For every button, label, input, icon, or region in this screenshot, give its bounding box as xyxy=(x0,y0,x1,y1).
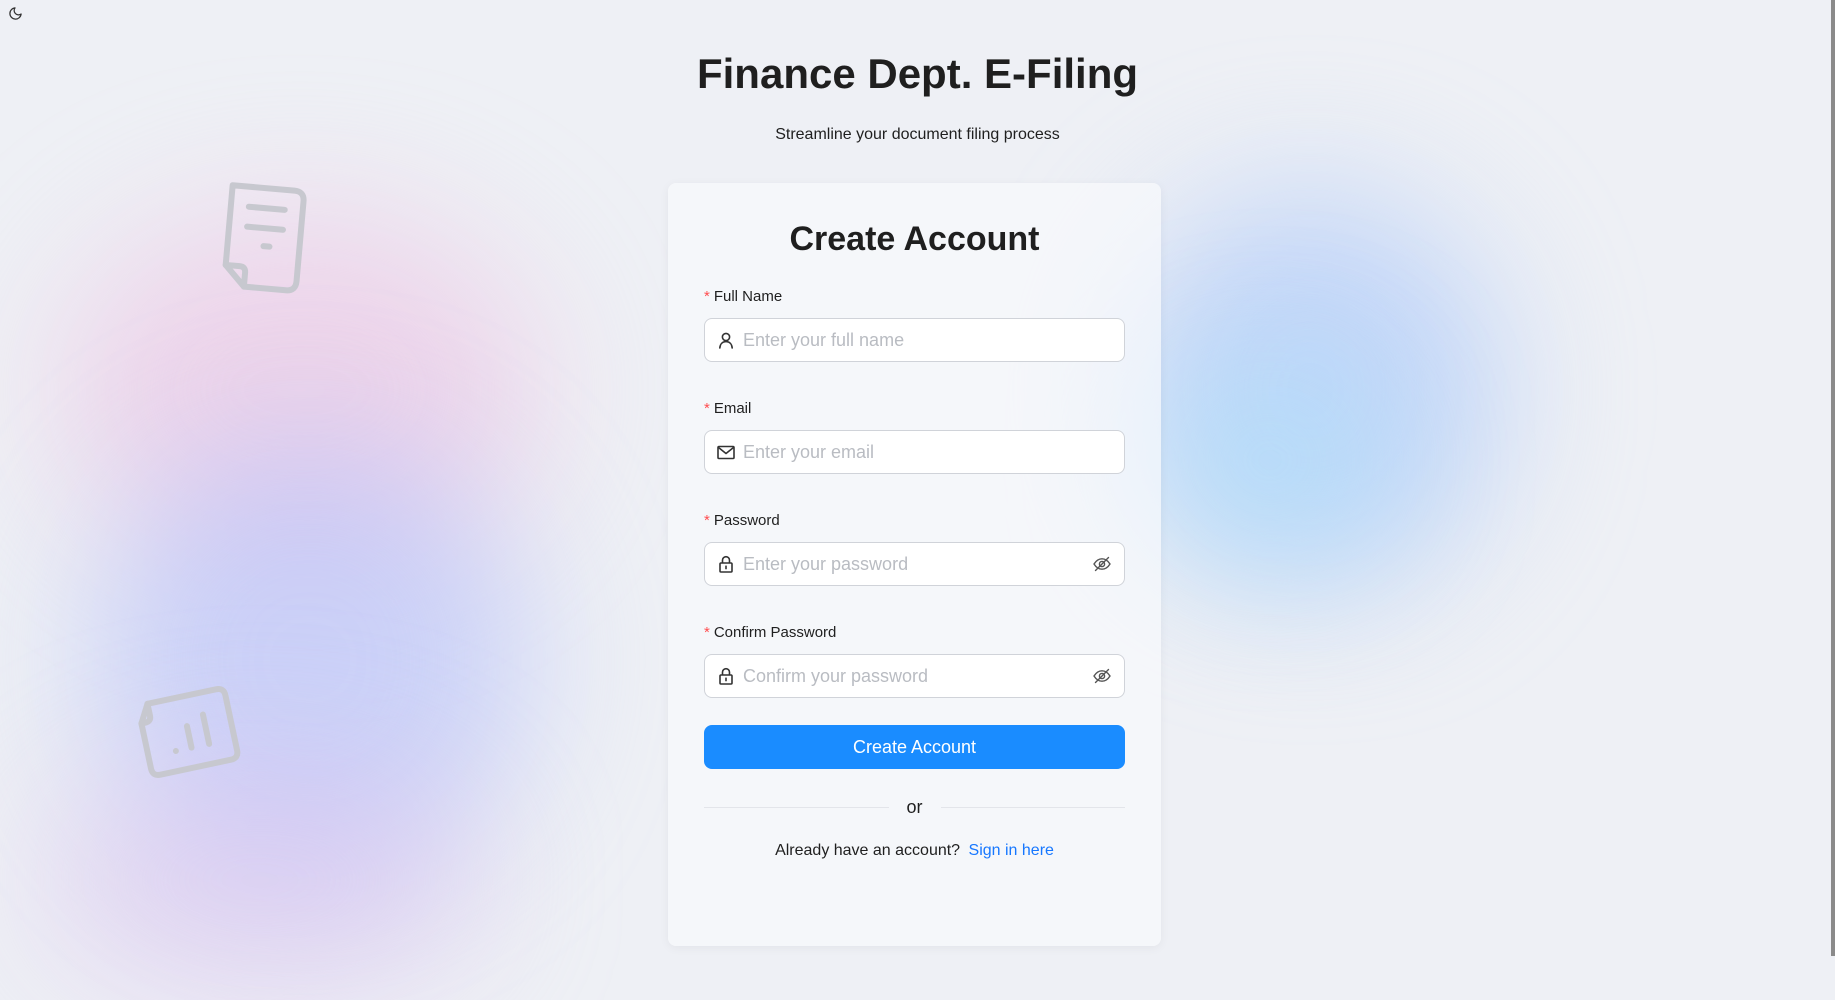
confirm-password-field: * Confirm Password xyxy=(704,622,1125,698)
confirm-password-label: * Confirm Password xyxy=(704,622,1125,642)
divider-text: or xyxy=(906,796,923,817)
background-blob xyxy=(1120,190,1500,590)
email-input-wrapper[interactable] xyxy=(704,430,1125,474)
full-name-input[interactable] xyxy=(743,329,1112,351)
chart-decoration-icon xyxy=(128,676,248,791)
required-mark: * xyxy=(704,287,710,305)
background-blob xyxy=(90,440,530,880)
form-title: Create Account xyxy=(789,220,1040,258)
full-name-input-wrapper[interactable] xyxy=(704,318,1125,362)
email-label-text: Email xyxy=(713,399,752,417)
user-icon xyxy=(717,331,735,349)
full-name-label-text: Full Name xyxy=(713,287,783,305)
eye-invisible-icon[interactable] xyxy=(1092,666,1112,686)
create-account-button[interactable]: Create Account xyxy=(704,725,1125,769)
password-label-text: Password xyxy=(713,511,780,529)
page-subtitle: Streamline your document filing process xyxy=(775,126,1060,143)
background-blob xyxy=(40,760,480,1000)
password-field: * Password xyxy=(704,510,1125,586)
divider-line xyxy=(704,806,889,808)
confirm-password-input[interactable] xyxy=(743,665,1092,687)
or-divider: or xyxy=(704,796,1126,817)
page-title: Finance Dept. E-Filing xyxy=(696,50,1139,97)
lock-icon xyxy=(717,555,735,573)
email-label: * Email xyxy=(704,398,1125,418)
eye-invisible-icon[interactable] xyxy=(1092,554,1112,574)
password-label: * Password xyxy=(704,510,1125,530)
required-mark: * xyxy=(704,399,710,417)
full-name-field: * Full Name xyxy=(704,286,1125,362)
signup-card: Create Account * Full Name * Email xyxy=(668,183,1161,946)
password-input[interactable] xyxy=(743,553,1092,575)
password-input-wrapper[interactable] xyxy=(704,542,1125,586)
required-mark: * xyxy=(704,511,710,529)
signin-prompt-row: Already have an account? Sign in here xyxy=(704,842,1125,860)
background-blob xyxy=(1150,360,1390,560)
divider-line xyxy=(940,806,1126,808)
full-name-label: * Full Name xyxy=(704,286,1125,306)
theme-toggle-button[interactable] xyxy=(5,6,25,26)
lock-icon xyxy=(717,667,735,685)
sign-in-link[interactable]: Sign in here xyxy=(969,842,1054,859)
email-field: * Email xyxy=(704,398,1125,474)
required-mark: * xyxy=(704,623,710,641)
confirm-password-label-text: Confirm Password xyxy=(713,623,837,641)
moon-icon xyxy=(8,6,23,26)
document-decoration-icon xyxy=(212,180,312,305)
confirm-password-input-wrapper[interactable] xyxy=(704,654,1125,698)
signin-prompt-text: Already have an account? xyxy=(775,842,961,859)
email-input[interactable] xyxy=(743,441,1112,463)
mail-icon xyxy=(717,443,735,461)
